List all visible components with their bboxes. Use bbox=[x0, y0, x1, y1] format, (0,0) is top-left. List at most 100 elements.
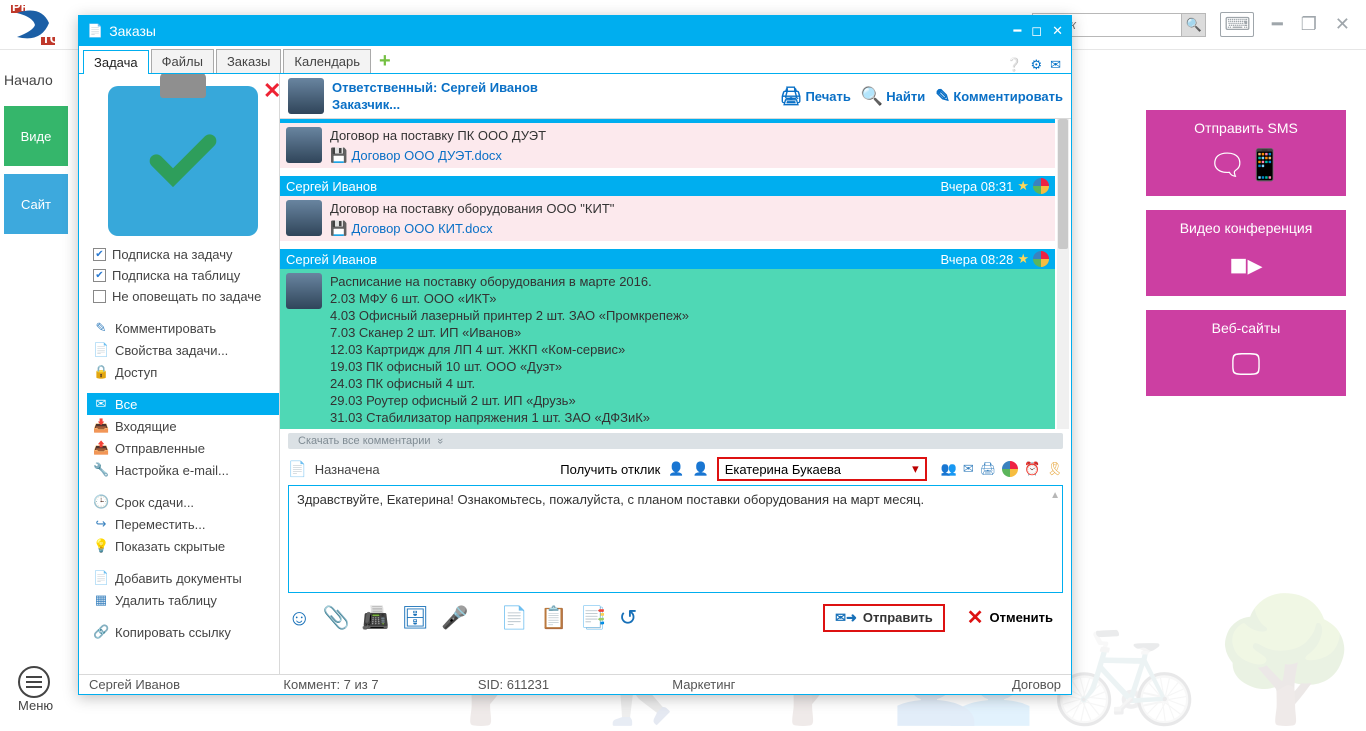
document-attach-icon[interactable]: 📄 bbox=[501, 605, 528, 631]
left-tile-video[interactable]: Виде bbox=[4, 106, 68, 166]
status-comment-count: Коммент: 7 из 7 bbox=[283, 677, 477, 692]
tab-calendar[interactable]: Календарь bbox=[283, 49, 371, 73]
main-menu-button[interactable]: Меню bbox=[18, 666, 53, 713]
dialog-close-icon[interactable]: ✕ bbox=[1052, 23, 1063, 39]
folder-sent[interactable]: 📤Отправленные bbox=[87, 437, 279, 459]
responsible-avatar[interactable] bbox=[288, 78, 324, 114]
window-minimize-icon[interactable]: ━ bbox=[1272, 14, 1283, 35]
search-button[interactable]: 🔍 bbox=[1182, 13, 1206, 37]
folder-all[interactable]: ✉Все bbox=[87, 393, 279, 415]
dialog-minimize-icon[interactable]: ━ bbox=[1013, 23, 1021, 39]
pie-icon[interactable] bbox=[1002, 461, 1018, 477]
attach-icon[interactable]: 📎 bbox=[322, 605, 349, 631]
microphone-icon[interactable]: 🎤 bbox=[441, 605, 468, 631]
email-setup-action[interactable]: 🔧Настройка e-mail... bbox=[87, 459, 279, 481]
compose-scroll-up-icon[interactable]: ▲ bbox=[1050, 490, 1060, 501]
comments-scrollbar[interactable] bbox=[1057, 119, 1069, 429]
printer-icon[interactable]: 🖨 bbox=[980, 461, 997, 477]
group-icon[interactable]: 👥 bbox=[941, 461, 957, 477]
close-task-icon[interactable]: ✕ bbox=[263, 78, 279, 104]
delete-table-action[interactable]: ▦Удалить таблицу bbox=[87, 589, 279, 611]
compose-textarea[interactable]: Здравствуйте, Екатерина! Ознакомьтесь, п… bbox=[288, 485, 1063, 593]
pie-icon[interactable] bbox=[1033, 178, 1049, 194]
comment-avatar[interactable] bbox=[286, 200, 322, 236]
tab-files[interactable]: Файлы bbox=[151, 49, 214, 73]
lock-icon: 🔒 bbox=[93, 364, 109, 380]
comment-author: Сергей Иванов bbox=[286, 179, 377, 194]
tile-send-sms[interactable]: Отправить SMS 🗨📱 bbox=[1146, 110, 1346, 196]
pie-icon[interactable] bbox=[1033, 251, 1049, 267]
monitor-icon: 🖵 bbox=[1146, 344, 1346, 386]
scanner-icon[interactable]: 📠 bbox=[362, 605, 389, 631]
left-tile-site[interactable]: Сайт bbox=[4, 174, 68, 234]
comment-avatar[interactable] bbox=[286, 127, 322, 163]
comment-time: Вчера 08:31 bbox=[940, 179, 1013, 194]
start-label: Начало bbox=[4, 72, 74, 88]
access-action[interactable]: 🔒Доступ bbox=[87, 361, 279, 383]
search-icon: 🔍 bbox=[861, 86, 883, 107]
person-grey-icon[interactable]: 👤 bbox=[668, 461, 684, 477]
status-sid: SID: 611231 bbox=[478, 677, 672, 692]
dialog-main: Ответственный: Сергей Иванов Заказчик...… bbox=[279, 74, 1071, 674]
comment-attachment[interactable]: 💾Договор ООО ДУЭТ.docx bbox=[330, 147, 546, 164]
send-button[interactable]: ✉➜ Отправить bbox=[823, 604, 945, 632]
star-icon[interactable]: ★ bbox=[1017, 251, 1029, 267]
subscribe-table-checkbox[interactable]: ✔Подписка на таблицу bbox=[87, 265, 279, 286]
deadline-action[interactable]: 🕒Срок сдачи... bbox=[87, 491, 279, 513]
folder-inbox[interactable]: 📥Входящие bbox=[87, 415, 279, 437]
task-properties-action[interactable]: 📄Свойства задачи... bbox=[87, 339, 279, 361]
subscribe-task-checkbox[interactable]: ✔Подписка на задачу bbox=[87, 244, 279, 265]
download-all-comments[interactable]: Скачать все комментарии bbox=[288, 433, 1063, 449]
database-icon[interactable]: 🗄 bbox=[401, 605, 429, 631]
copy-link-action[interactable]: 🔗Копировать ссылку bbox=[87, 621, 279, 643]
move-action[interactable]: ↪Переместить... bbox=[87, 513, 279, 535]
alarm-icon[interactable]: ⏰ bbox=[1024, 461, 1040, 477]
cancel-button[interactable]: ✕ Отменить bbox=[957, 601, 1063, 634]
add-documents-action[interactable]: 📄Добавить документы bbox=[87, 567, 279, 589]
mail-in-icon: 📥 bbox=[93, 418, 109, 434]
help-icon[interactable]: ❔ bbox=[1006, 57, 1022, 73]
comment-attachment[interactable]: 💾Договор ООО КИТ.docx bbox=[330, 220, 614, 237]
show-hidden-action[interactable]: 💡Показать скрытые bbox=[87, 535, 279, 557]
comment-avatar[interactable] bbox=[286, 273, 322, 309]
dialog-maximize-icon[interactable]: ◻ bbox=[1031, 23, 1042, 39]
find-button[interactable]: 🔍Найти bbox=[861, 86, 925, 107]
person-blue-icon[interactable]: 👤 bbox=[693, 461, 709, 477]
copy-icon[interactable]: 📑 bbox=[579, 605, 606, 631]
add-doc-icon: 📄 bbox=[93, 570, 109, 586]
dialog-titlebar[interactable]: 📄 Заказы ━ ◻ ✕ bbox=[79, 16, 1071, 46]
keyboard-icon[interactable]: ⌨ bbox=[1220, 12, 1253, 37]
ribbon-icon[interactable]: 🎗 bbox=[1046, 461, 1063, 477]
mail-icon[interactable]: ✉ bbox=[963, 461, 974, 477]
no-notify-checkbox[interactable]: Не оповещать по задаче bbox=[87, 286, 279, 307]
comment-action[interactable]: ✎Комментировать bbox=[87, 317, 279, 339]
clipboard-icon[interactable]: 📋 bbox=[540, 605, 567, 631]
comment-item: Сергей Иванов Вчера 08:31 ★ Договор на по… bbox=[280, 176, 1055, 241]
tab-orders[interactable]: Заказы bbox=[216, 49, 281, 73]
comment-button[interactable]: ✎Комментировать bbox=[935, 86, 1063, 107]
customer-link[interactable]: Заказчик... bbox=[332, 96, 538, 113]
settings-icon[interactable]: ⚙ bbox=[1030, 57, 1042, 73]
dialog-sidebar: ✕ ✔Подписка на задачу ✔Подписка на табли… bbox=[79, 74, 279, 674]
comment-text: Расписание на поставку оборудования в ма… bbox=[330, 273, 689, 426]
assignee-dropdown[interactable]: Екатерина Букаева ▾ bbox=[717, 457, 927, 481]
tab-task[interactable]: Задача bbox=[83, 50, 149, 74]
window-restore-icon[interactable]: ❐ bbox=[1301, 14, 1317, 35]
tab-add-icon[interactable]: + bbox=[379, 50, 391, 73]
undo-icon[interactable]: ↺ bbox=[619, 605, 637, 631]
tile-websites[interactable]: Веб-сайты 🖵 bbox=[1146, 310, 1346, 396]
print-button[interactable]: 🖨Печать bbox=[780, 86, 851, 107]
comment-time: Вчера 08:28 bbox=[940, 252, 1013, 267]
tile-video-conf[interactable]: Видео конференция ■▸ bbox=[1146, 210, 1346, 296]
dialog-statusbar: Сергей Иванов Коммент: 7 из 7 SID: 61123… bbox=[79, 674, 1071, 694]
emoji-icon[interactable]: ☺ bbox=[288, 605, 310, 631]
comment-item: Договор на поставку ПК ООО ДУЭТ 💾Договор… bbox=[280, 119, 1055, 168]
scroll-thumb[interactable] bbox=[1058, 119, 1068, 249]
dialog-title-text: Заказы bbox=[109, 23, 156, 39]
comment-text: Договор на поставку оборудования ООО "КИ… bbox=[330, 200, 614, 217]
comments-pane: Договор на поставку ПК ООО ДУЭТ 💾Договор… bbox=[280, 119, 1071, 429]
sms-icon: 🗨📱 bbox=[1146, 144, 1346, 186]
mail-icon[interactable]: ✉ bbox=[1050, 57, 1061, 73]
window-close-icon[interactable]: ✕ bbox=[1335, 14, 1350, 35]
star-icon[interactable]: ★ bbox=[1017, 178, 1029, 194]
